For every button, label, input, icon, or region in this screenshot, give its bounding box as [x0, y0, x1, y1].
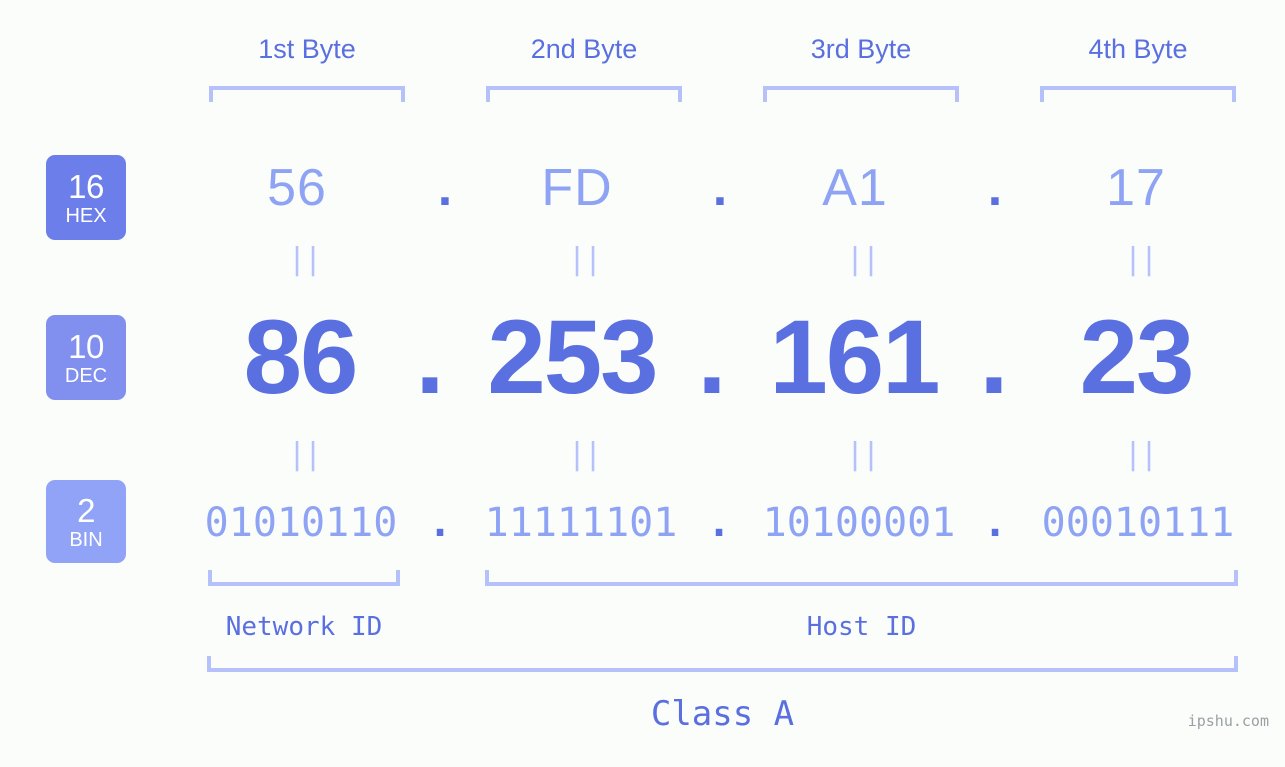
ip-address-breakdown-diagram: 1st Byte 2nd Byte 3rd Byte 4th Byte 16 H…: [0, 0, 1285, 767]
byte-bracket-2: [486, 86, 682, 102]
bin-separator-3: .: [982, 500, 1008, 546]
network-id-label: Network ID: [225, 612, 383, 642]
equals-connector-dec-bin-1: ||: [288, 437, 322, 472]
byte-bracket-4: [1040, 86, 1236, 102]
hex-octet-4: 17: [1106, 159, 1166, 217]
badge-dec: 10 DEC: [46, 315, 126, 400]
dec-octet-4: 23: [1079, 299, 1195, 416]
dec-octet-3: 161: [769, 299, 940, 416]
bin-octet-3: 10100001: [762, 500, 956, 546]
bin-octet-1: 01010110: [204, 500, 398, 546]
byte-bracket-1: [209, 86, 405, 102]
class-label: Class A: [650, 694, 795, 734]
equals-connector-dec-bin-4: ||: [1124, 437, 1158, 472]
host-id-bracket: [485, 570, 1238, 586]
host-id-label: Host ID: [806, 612, 917, 642]
badge-dec-number: 10: [68, 327, 104, 365]
equals-connector-hex-dec-4: ||: [1124, 242, 1158, 277]
equals-connector-hex-dec-3: ||: [846, 242, 880, 277]
badge-bin-number: 2: [77, 491, 95, 529]
watermark: ipshu.com: [1187, 712, 1269, 730]
dec-separator-3: .: [979, 299, 1009, 416]
badge-bin-label: BIN: [69, 528, 103, 551]
bin-octet-2: 11111101: [484, 500, 678, 546]
equals-connector-dec-bin-2: ||: [568, 437, 602, 472]
byte-header-label-2: 2nd Byte: [530, 34, 638, 64]
class-bracket: [207, 656, 1238, 672]
hex-separator-3: .: [987, 159, 1003, 217]
dec-octet-2: 253: [487, 299, 658, 416]
hex-octet-2: FD: [541, 159, 613, 217]
badge-hex-label: HEX: [65, 204, 107, 227]
hex-octet-3: A1: [822, 159, 888, 217]
equals-connector-hex-dec-2: ||: [568, 242, 602, 277]
dec-separator-1: .: [415, 299, 445, 416]
hex-separator-2: .: [712, 159, 728, 217]
equals-connector-hex-dec-1: ||: [288, 242, 322, 277]
bin-separator-1: .: [427, 500, 453, 546]
byte-header-label-1: 1st Byte: [258, 34, 356, 64]
byte-header-label-4: 4th Byte: [1088, 34, 1188, 64]
hex-octet-1: 56: [267, 159, 327, 217]
byte-header-label-3: 3rd Byte: [810, 34, 912, 64]
bin-separator-2: .: [706, 500, 732, 546]
badge-dec-label: DEC: [64, 364, 108, 387]
network-id-bracket: [208, 570, 400, 586]
badge-hex: 16 HEX: [46, 155, 126, 240]
hex-separator-1: .: [437, 159, 453, 217]
badge-bin: 2 BIN: [46, 480, 126, 563]
byte-bracket-3: [763, 86, 959, 102]
equals-connector-dec-bin-3: ||: [846, 437, 880, 472]
dec-octet-1: 86: [243, 299, 359, 416]
dec-separator-2: .: [697, 299, 727, 416]
badge-hex-number: 16: [68, 167, 104, 205]
bin-octet-4: 00010111: [1041, 500, 1235, 546]
